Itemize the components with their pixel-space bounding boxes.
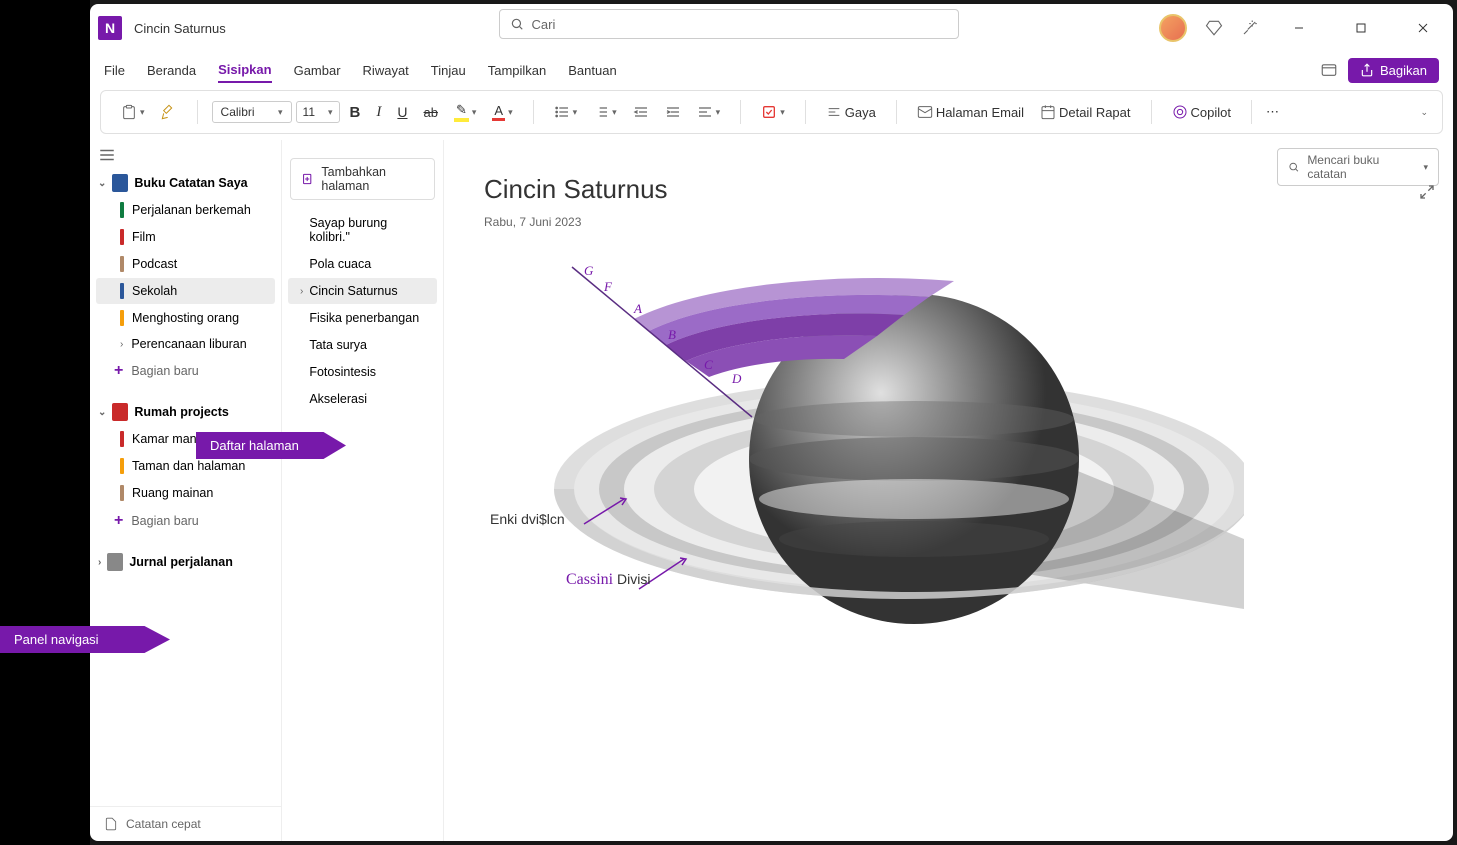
section-item[interactable]: Podcast xyxy=(96,251,275,277)
diamond-icon[interactable] xyxy=(1205,19,1223,37)
font-size-select[interactable]: 11▾ xyxy=(296,101,340,123)
font-color-button[interactable]: A▾ xyxy=(486,99,518,125)
outdent-button[interactable] xyxy=(627,100,655,124)
menu-bar: File Beranda Sisipkan Gambar Riwayat Tin… xyxy=(90,52,1453,88)
add-page-button[interactable]: Tambahkan halaman xyxy=(290,158,435,200)
page-canvas[interactable]: Mencari buku catatan ▾ Cincin Saturnus R… xyxy=(444,140,1453,841)
number-list-button[interactable]: ▾ xyxy=(587,100,623,124)
share-button[interactable]: Bagikan xyxy=(1348,58,1439,83)
page-item[interactable]: ›Tata surya xyxy=(288,332,437,358)
share-icon xyxy=(1360,63,1374,77)
add-section-button[interactable]: +Bagian baru xyxy=(90,507,281,535)
ribbon-toolbar: ▾ Calibri▾ 11▾ B I U ab ✎▾ A▾ ▾ ▾ ▾ ▾ Ga… xyxy=(100,90,1443,134)
page-date: Rabu, 7 Juni 2023 xyxy=(484,215,1413,229)
saturn-illustration: G F A B C D Enki dvi$lcn Cassini Divisi xyxy=(484,249,1244,709)
window-mode-icon[interactable] xyxy=(1320,61,1338,79)
menu-file[interactable]: File xyxy=(104,59,125,82)
section-item[interactable]: Sekolah xyxy=(96,278,275,304)
notebook-header[interactable]: ⌄Rumah projects xyxy=(90,399,281,425)
ring-label-g: G xyxy=(584,263,593,279)
notebook-header[interactable]: ›Jurnal perjalanan xyxy=(90,549,281,575)
nav-toggle-button[interactable] xyxy=(98,146,116,169)
meeting-details-button[interactable]: Detail Rapat xyxy=(1034,100,1137,124)
font-family-select[interactable]: Calibri▾ xyxy=(212,101,292,123)
search-notebook-button[interactable]: Mencari buku catatan ▾ xyxy=(1277,148,1439,186)
quick-notes-button[interactable]: Catatan cepat xyxy=(90,806,281,841)
cassini-annotation: Cassini Divisi xyxy=(566,571,650,589)
page-list-panel: Tambahkan halaman ›Sayap burung kolibri.… xyxy=(282,140,444,841)
indent-button[interactable] xyxy=(659,100,687,124)
bold-button[interactable]: B xyxy=(344,100,367,125)
section-item[interactable]: ›Perencanaan liburan xyxy=(96,332,275,356)
strikethrough-button[interactable]: ab xyxy=(418,101,444,124)
ring-label-f: F xyxy=(604,279,612,295)
section-item[interactable]: Perjalanan berkemah xyxy=(96,197,275,223)
search-box[interactable]: Cari xyxy=(499,9,959,39)
menu-riwayat[interactable]: Riwayat xyxy=(363,59,409,82)
styles-button[interactable]: Gaya xyxy=(820,100,882,124)
search-icon xyxy=(1288,161,1299,173)
page-item[interactable]: ›Sayap burung kolibri." xyxy=(288,210,437,250)
tag-button[interactable]: ▾ xyxy=(755,100,791,124)
note-icon xyxy=(104,817,118,831)
callout-page-list: Daftar halaman xyxy=(196,432,346,459)
maximize-button[interactable] xyxy=(1339,12,1383,44)
add-page-icon xyxy=(301,172,313,186)
page-item[interactable]: ›Fisika penerbangan xyxy=(288,305,437,331)
menu-beranda[interactable]: Beranda xyxy=(147,59,196,82)
bullet-list-button[interactable]: ▾ xyxy=(548,100,584,124)
underline-button[interactable]: U xyxy=(391,100,413,124)
ring-label-b: B xyxy=(668,327,676,343)
copilot-button[interactable]: Copilot xyxy=(1166,100,1237,124)
page-item[interactable]: ›Pola cuaca xyxy=(288,251,437,277)
menu-sisipkan[interactable]: Sisipkan xyxy=(218,58,271,83)
ring-label-d: D xyxy=(732,371,741,387)
callout-nav-panel: Panel navigasi xyxy=(0,626,170,653)
search-icon xyxy=(510,17,524,31)
align-button[interactable]: ▾ xyxy=(691,100,727,124)
menu-gambar[interactable]: Gambar xyxy=(294,59,341,82)
navigation-sidebar: ⌄Buku Catatan SayaPerjalanan berkemahFil… xyxy=(90,140,282,841)
italic-button[interactable]: I xyxy=(370,100,387,125)
enki-annotation: Enki dvi$lcn xyxy=(490,511,565,527)
close-button[interactable] xyxy=(1401,12,1445,44)
window-title: Cincin Saturnus xyxy=(134,21,226,36)
paste-button[interactable]: ▾ xyxy=(115,100,151,124)
page-title[interactable]: Cincin Saturnus xyxy=(484,174,1413,205)
more-ribbon-button[interactable]: ⋯ xyxy=(1260,100,1285,124)
ring-label-c: C xyxy=(704,357,713,373)
email-page-button[interactable]: Halaman Email xyxy=(911,100,1030,124)
minimize-button[interactable] xyxy=(1277,12,1321,44)
search-placeholder: Cari xyxy=(532,17,556,32)
wand-icon[interactable] xyxy=(1241,19,1259,37)
section-item[interactable]: Menghosting orang xyxy=(96,305,275,331)
menu-bantuan[interactable]: Bantuan xyxy=(568,59,616,82)
ring-label-a: A xyxy=(634,301,642,317)
highlight-button[interactable]: ✎▾ xyxy=(448,98,482,126)
format-painter-button[interactable] xyxy=(155,100,183,124)
ribbon-expand-button[interactable]: ⌄ xyxy=(1414,103,1434,122)
menu-tampilkan[interactable]: Tampilkan xyxy=(488,59,547,82)
menu-tinjau[interactable]: Tinjau xyxy=(431,59,466,82)
page-item[interactable]: ›Akselerasi xyxy=(288,386,437,412)
section-item[interactable]: Film xyxy=(96,224,275,250)
fullscreen-button[interactable] xyxy=(1419,184,1435,205)
add-section-button[interactable]: +Bagian baru xyxy=(90,357,281,385)
onenote-app-icon: N xyxy=(98,16,122,40)
page-item[interactable]: ›Fotosintesis xyxy=(288,359,437,385)
notebook-header[interactable]: ⌄Buku Catatan Saya xyxy=(90,170,281,196)
user-avatar[interactable] xyxy=(1159,14,1187,42)
section-item[interactable]: Ruang mainan xyxy=(96,480,275,506)
page-item[interactable]: ›Cincin Saturnus xyxy=(288,278,437,304)
